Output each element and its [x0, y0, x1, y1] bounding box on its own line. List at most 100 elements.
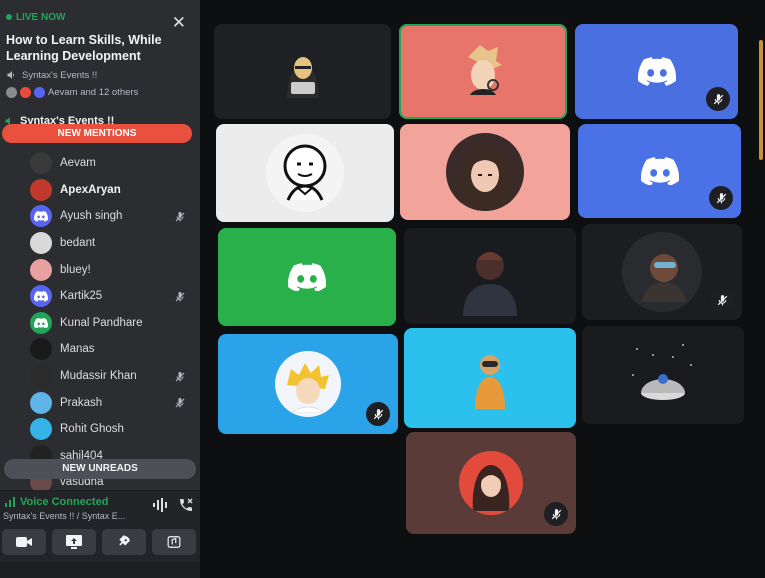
avatar: [30, 391, 52, 414]
camera-icon: [16, 537, 32, 547]
event-participants: Aevam and 12 others: [6, 85, 194, 99]
muted-indicator: [709, 186, 733, 210]
muted-indicator: [710, 288, 734, 312]
participant-tile[interactable]: [404, 328, 576, 428]
muted-indicator: [174, 370, 186, 382]
discord-logo-icon: [34, 211, 48, 222]
avatar: [30, 205, 52, 228]
anime-girl-avatar-icon: [459, 145, 511, 211]
participant-tile[interactable]: [218, 228, 396, 326]
member-name: Kartik25: [60, 290, 103, 303]
new-mentions-badge[interactable]: NEW MENTIONS: [2, 124, 192, 143]
discord-window: LIVE NOW ✕ How to Learn Skills, While Le…: [0, 0, 765, 578]
participants-text: Aevam and 12 others: [48, 86, 139, 98]
activity-button[interactable]: [102, 529, 146, 555]
list-item[interactable]: Manas: [30, 336, 198, 363]
muted-mic-icon: [551, 508, 561, 519]
member-name: Mudassir Khan: [60, 370, 137, 383]
list-item[interactable]: Aevam: [30, 150, 198, 177]
list-item[interactable]: Ayush singh: [30, 203, 198, 230]
avatar: [30, 285, 52, 308]
close-icon[interactable]: ✕: [172, 14, 186, 31]
participant-tile[interactable]: [406, 432, 576, 534]
muted-mic-icon: [713, 93, 723, 104]
hacker-avatar-icon: [286, 56, 319, 98]
participant-tile[interactable]: [578, 124, 741, 218]
avatar: [30, 178, 52, 201]
avatar: [30, 365, 52, 388]
discord-default-avatar: [637, 57, 676, 86]
member-name: bluey!: [60, 263, 91, 276]
voice-location: Syntax's Events !! / Syntax E...: [3, 511, 126, 521]
list-item[interactable]: bedant: [30, 230, 198, 257]
new-unreads-badge[interactable]: NEW UNREADS: [4, 459, 196, 479]
list-item[interactable]: Mudassir Khan: [30, 363, 198, 390]
participant-tile[interactable]: [400, 124, 570, 220]
discord-logo-icon: [288, 262, 326, 292]
dark-avatar-icon: [642, 254, 686, 302]
member-name: Prakash: [60, 396, 103, 409]
voice-status[interactable]: Voice Connected: [4, 496, 108, 508]
space-avatar-icon: [632, 344, 692, 400]
discord-logo-icon: [34, 317, 48, 329]
avatar: [30, 232, 52, 255]
avatar: [30, 311, 52, 334]
participant-tile[interactable]: [582, 326, 744, 424]
discord-logo-icon: [637, 57, 676, 86]
avatar: [30, 258, 52, 281]
muted-indicator: [544, 502, 568, 526]
live-event-card[interactable]: LIVE NOW ✕ How to Learn Skills, While Le…: [0, 10, 200, 99]
member-name: ApexAryan: [60, 183, 121, 196]
muted-mic-icon: [716, 192, 726, 203]
voice-status-label: Voice Connected: [20, 496, 109, 508]
user-panel: [0, 562, 200, 578]
muted-indicator: [174, 290, 186, 302]
voice-member-list: Aevam ApexAryan Ayush singh bedant bluey! Kar…: [30, 150, 198, 496]
channel-sidebar: LIVE NOW ✕ How to Learn Skills, While Le…: [0, 0, 200, 578]
discord-default-avatar: [288, 262, 326, 292]
scrollbar[interactable]: [759, 40, 763, 160]
list-item[interactable]: Kunal Pandhare: [30, 310, 198, 337]
noise-suppression-icon[interactable]: [152, 497, 168, 513]
participant-tile[interactable]: [399, 24, 567, 119]
list-item[interactable]: Prakash: [30, 389, 198, 416]
live-dot-icon: [6, 14, 12, 20]
participant-tile[interactable]: [214, 24, 391, 119]
live-label: LIVE NOW: [16, 11, 66, 23]
avatar: [34, 86, 45, 98]
event-server-name: Syntax's Events !!: [22, 69, 98, 81]
participant-tile[interactable]: [575, 24, 738, 119]
disconnect-icon[interactable]: [178, 497, 194, 513]
list-item[interactable]: Kartik25: [30, 283, 198, 310]
muted-mic-icon: [175, 371, 185, 382]
list-item[interactable]: Rohit Ghosh: [30, 416, 198, 443]
avatar: [6, 86, 17, 98]
voice-controls: [152, 497, 194, 513]
speaker-icon: [7, 71, 15, 79]
member-name: bedant: [60, 237, 96, 250]
screen-share-button[interactable]: [52, 529, 96, 555]
event-title: How to Learn Skills, While Learning Deve…: [6, 33, 162, 63]
muted-indicator: [174, 210, 186, 222]
participant-tile[interactable]: [216, 124, 394, 222]
avatar: [30, 418, 52, 441]
naruto-avatar-icon: [287, 363, 329, 413]
list-item[interactable]: bluey!: [30, 256, 198, 283]
participant-tile[interactable]: [218, 334, 398, 434]
voice-action-buttons: [2, 529, 196, 555]
avatar: [30, 338, 52, 361]
list-item[interactable]: ApexAryan: [30, 177, 198, 204]
camera-button[interactable]: [2, 529, 46, 555]
participant-tile[interactable]: [582, 224, 742, 320]
muted-indicator: [706, 87, 730, 111]
member-name: Ayush singh: [60, 210, 123, 223]
rocket-icon: [119, 535, 130, 546]
member-name: Kunal Pandhare: [60, 316, 143, 329]
avatar: [30, 152, 52, 175]
member-name: Manas: [60, 343, 95, 356]
participant-tile[interactable]: [404, 228, 576, 324]
avatar: [20, 86, 31, 98]
muted-mic-icon: [175, 212, 185, 222]
soundboard-button[interactable]: [152, 529, 196, 555]
red-girl-avatar-icon: [472, 465, 510, 511]
